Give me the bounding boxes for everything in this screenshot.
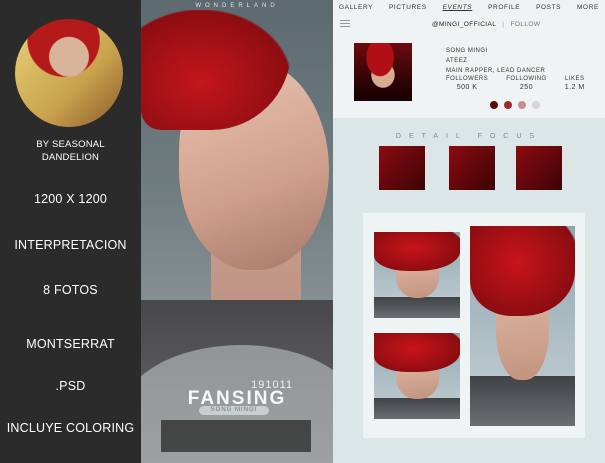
- palette-dot: [490, 101, 498, 109]
- color-palette: [490, 101, 540, 109]
- profile-ui: GALLERY PICTURES EVENTS PROFILE POSTS MO…: [333, 0, 605, 463]
- palette-dot: [532, 101, 540, 109]
- detail-heading: DETAIL FOCUS: [395, 133, 543, 140]
- profile-name: SONG MINGI: [446, 48, 488, 54]
- avatar: [15, 19, 123, 127]
- profile-card: @MINGI_OFFICIAL | FOLLOW SONG MINGI ATEE…: [333, 14, 605, 118]
- type-label: INTERPRETACION: [14, 238, 127, 252]
- follow-button[interactable]: FOLLOW: [511, 21, 541, 28]
- top-nav: GALLERY PICTURES EVENTS PROFILE POSTS MO…: [333, 0, 605, 14]
- stat-following: FOLLOWING 250: [506, 76, 547, 91]
- nav-events[interactable]: EVENTS: [443, 4, 473, 11]
- palette-dot: [518, 101, 526, 109]
- detail-thumb[interactable]: [379, 146, 425, 190]
- profile-role: MAIN RAPPER, LEAD DANCER: [446, 68, 546, 74]
- gallery-photo[interactable]: [374, 333, 460, 419]
- photos-label: 8 FOTOS: [43, 283, 98, 297]
- profile-info: SONG MINGI ATEEZ MAIN RAPPER, LEAD DANCE…: [446, 46, 545, 76]
- poster-textbox: [161, 420, 311, 452]
- poster-preview: WONDERLAND 191011 FANSING SONG MINGI: [141, 0, 333, 463]
- profile-stats: FOLLOWERS 500 K FOLLOWING 250 LIKES 1.2 …: [446, 76, 585, 91]
- detail-thumb[interactable]: [449, 146, 495, 190]
- stat-likes: LIKES 1.2 M: [564, 76, 585, 91]
- nav-more[interactable]: MORE: [577, 4, 599, 11]
- extra-label: INCLUYE COLORING: [6, 421, 135, 435]
- poster-brand: WONDERLAND: [195, 3, 279, 9]
- design-preview: BY SEASONAL DANDELION 1200 X 1200 INTERP…: [0, 0, 605, 463]
- photo-gallery: [363, 213, 585, 438]
- menu-icon[interactable]: [340, 20, 350, 27]
- palette-dot: [504, 101, 512, 109]
- profile-photo: [354, 43, 412, 101]
- info-panel: BY SEASONAL DANDELION 1200 X 1200 INTERP…: [0, 0, 141, 463]
- nav-profile[interactable]: PROFILE: [488, 4, 520, 11]
- handle-separator: |: [502, 21, 505, 28]
- nav-gallery[interactable]: GALLERY: [339, 4, 373, 11]
- gallery-photo[interactable]: [374, 232, 460, 318]
- credit-line: BY SEASONAL DANDELION: [36, 139, 105, 163]
- stat-followers: FOLLOWERS 500 K: [446, 76, 489, 91]
- font-label: MONTSERRAT: [26, 337, 115, 351]
- gallery-photo[interactable]: [470, 226, 575, 426]
- nav-posts[interactable]: POSTS: [536, 4, 561, 11]
- profile-handle-row: @MINGI_OFFICIAL | FOLLOW: [432, 21, 540, 28]
- poster-subtitle: SONG MINGI: [199, 406, 269, 415]
- format-label: .PSD: [55, 379, 86, 393]
- profile-handle[interactable]: @MINGI_OFFICIAL: [432, 21, 496, 28]
- profile-group: ATEEZ: [446, 58, 468, 64]
- detail-thumb[interactable]: [516, 146, 562, 190]
- size-label: 1200 X 1200: [33, 192, 108, 206]
- nav-pictures[interactable]: PICTURES: [389, 4, 427, 11]
